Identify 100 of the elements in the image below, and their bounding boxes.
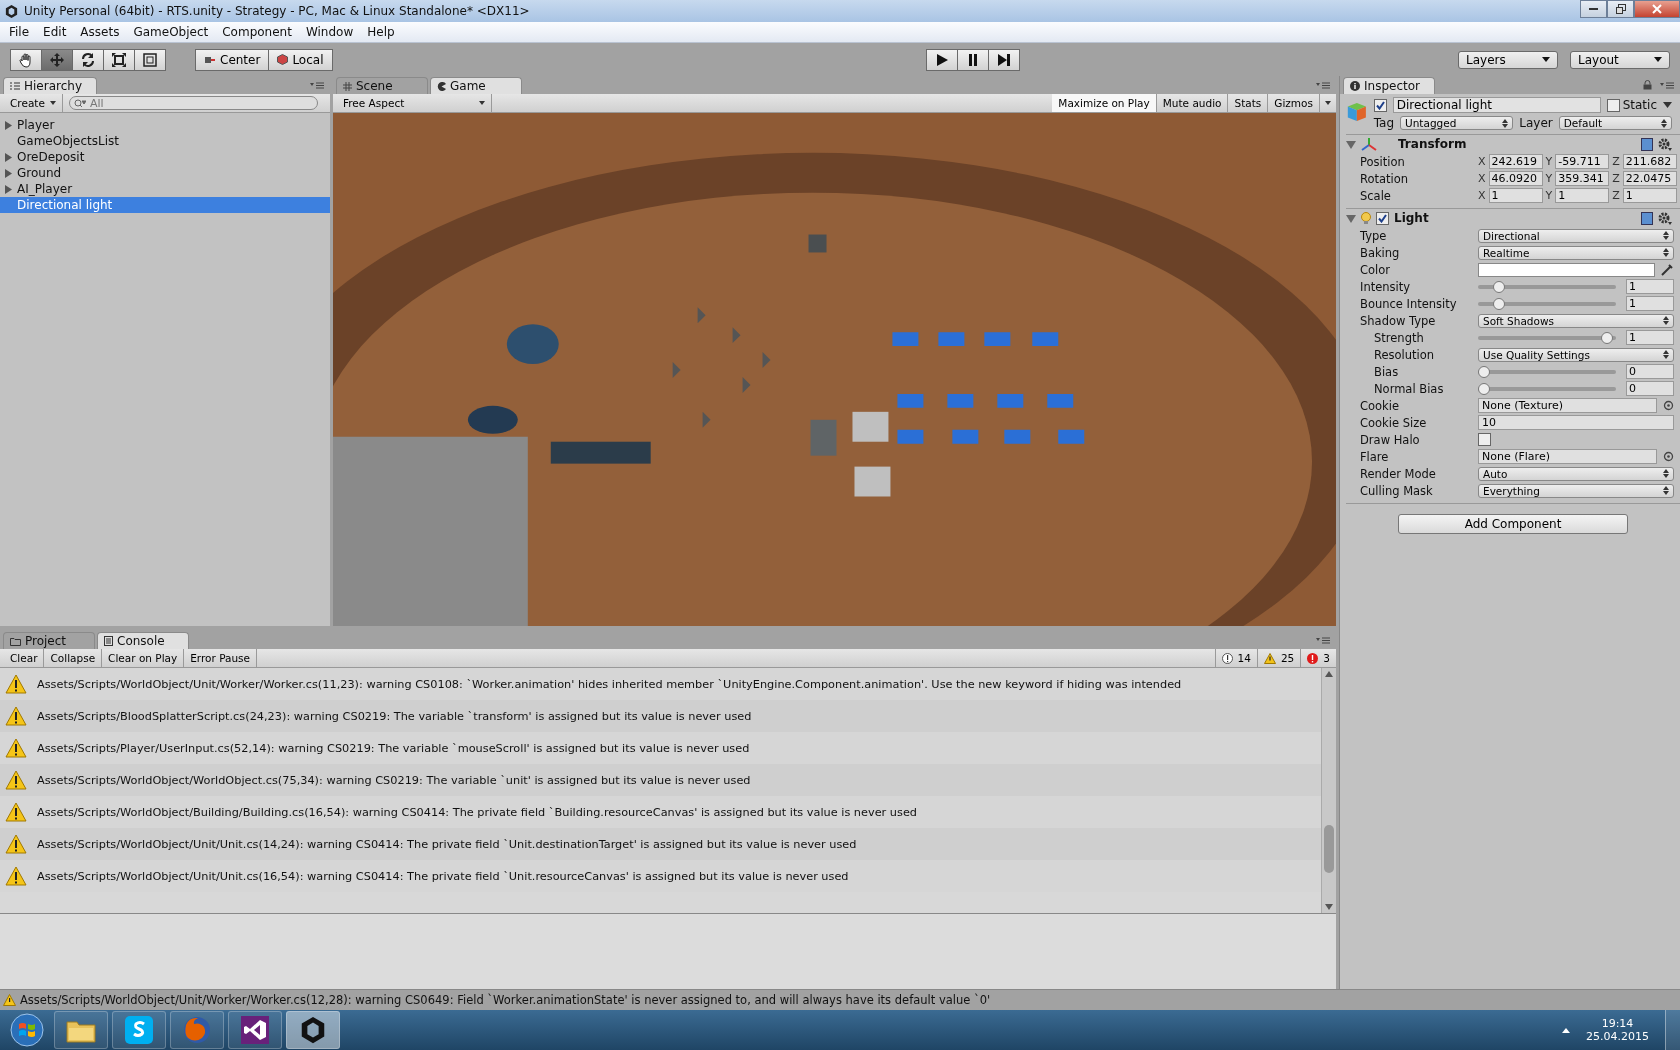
aspect-dropdown[interactable]: Free Aspect: [337, 94, 492, 112]
tool-button[interactable]: [134, 48, 166, 71]
name-field[interactable]: Directional light: [1392, 97, 1601, 113]
menu-item[interactable]: Window: [298, 25, 361, 39]
playback-button[interactable]: [925, 48, 958, 71]
number-field[interactable]: 1: [1626, 279, 1674, 294]
close-button[interactable]: [1634, 0, 1680, 18]
menu-item[interactable]: Assets: [73, 25, 127, 39]
panel-tab[interactable]: Hierarchy: [3, 77, 97, 94]
dropdown[interactable]: Auto: [1478, 466, 1674, 481]
tool-button[interactable]: [10, 48, 42, 71]
show-desktop-button[interactable]: [1665, 1010, 1680, 1050]
count-toggle[interactable]: 14: [1214, 649, 1257, 667]
menu-item[interactable]: File: [2, 25, 37, 39]
menu-item[interactable]: Component: [215, 25, 299, 39]
count-toggle[interactable]: 25: [1256, 649, 1301, 667]
number-field[interactable]: 359.341: [1555, 171, 1610, 186]
create-button[interactable]: Create: [4, 94, 63, 112]
toggle-button[interactable]: Stats: [1228, 94, 1269, 112]
number-field[interactable]: 0: [1626, 364, 1674, 379]
tool-button[interactable]: [41, 48, 73, 71]
panel-menu-icon[interactable]: [1316, 636, 1330, 644]
enabled-checkbox[interactable]: [1376, 211, 1389, 225]
console-button[interactable]: Clear: [4, 649, 45, 667]
tool-button[interactable]: [72, 48, 104, 71]
caret-icon[interactable]: [1663, 102, 1672, 108]
hierarchy-item[interactable]: Directional light: [0, 197, 330, 213]
add-component-button[interactable]: Add Component: [1398, 514, 1628, 534]
taskbar-app[interactable]: [112, 1011, 166, 1049]
number-field[interactable]: -59.711: [1555, 154, 1610, 169]
playback-button[interactable]: [956, 48, 989, 71]
number-field[interactable]: 211.682: [1622, 154, 1677, 169]
console-message[interactable]: Assets/Scripts/WorldObject/WorldObject.cs(75,34): warning CS0219: The variable `unit' is assigned but its value is never used: [0, 764, 1321, 796]
panel-menu-icon[interactable]: [1316, 81, 1330, 89]
scrollbar[interactable]: [1321, 668, 1336, 913]
gear-icon[interactable]: [1658, 137, 1672, 151]
layer-dropdown[interactable]: Default: [1558, 116, 1672, 130]
target-icon[interactable]: [1663, 400, 1674, 411]
hierarchy-item[interactable]: GameObjectsList: [0, 133, 330, 149]
search-field[interactable]: All: [68, 96, 318, 110]
playback-button[interactable]: [987, 48, 1020, 71]
dropdown-button[interactable]: Layout: [1570, 50, 1670, 69]
scroll-thumb[interactable]: [1324, 825, 1334, 873]
console-button[interactable]: Clear on Play: [102, 649, 185, 667]
panel-tab[interactable]: Game: [430, 77, 522, 94]
static-checkbox[interactable]: Static: [1606, 98, 1657, 112]
taskbar-app[interactable]: [54, 1011, 108, 1049]
console-button[interactable]: Error Pause: [184, 649, 258, 667]
number-field[interactable]: 1: [1626, 296, 1674, 311]
menu-item[interactable]: GameObject: [126, 25, 216, 39]
slider-thumb[interactable]: [1493, 297, 1506, 310]
number-field[interactable]: 46.0920: [1488, 171, 1543, 186]
pivot-button[interactable]: Center: [195, 48, 270, 71]
gear-icon[interactable]: [1658, 211, 1672, 225]
panel-menu-icon[interactable]: [310, 81, 324, 89]
slider-thumb[interactable]: [1478, 382, 1490, 395]
object-field[interactable]: None (Flare): [1478, 449, 1657, 464]
object-field[interactable]: None (Texture): [1478, 398, 1657, 413]
foldout-arrow-icon[interactable]: [1346, 213, 1356, 223]
dropdown[interactable]: Soft Shadows: [1478, 313, 1674, 328]
dropdown[interactable]: Realtime: [1478, 245, 1674, 260]
number-field[interactable]: 1: [1555, 188, 1610, 203]
checkbox[interactable]: [1478, 433, 1491, 446]
slider-thumb[interactable]: [1493, 280, 1506, 293]
tag-dropdown[interactable]: Untagged: [1400, 116, 1514, 130]
target-icon[interactable]: [1663, 451, 1674, 462]
panel-tab[interactable]: Console: [97, 632, 189, 649]
panel-tab[interactable]: Scene: [336, 77, 428, 94]
hierarchy-item[interactable]: AI_Player: [0, 181, 330, 197]
panel-tab[interactable]: Inspector: [1343, 77, 1435, 94]
dropdown[interactable]: Directional: [1478, 228, 1674, 243]
color-swatch[interactable]: [1478, 262, 1655, 277]
taskbar-app[interactable]: [228, 1011, 282, 1049]
count-toggle[interactable]: 3: [1300, 649, 1336, 667]
dropdown[interactable]: Use Quality Settings: [1478, 347, 1674, 362]
dropdown[interactable]: Everything: [1478, 483, 1674, 498]
hierarchy-item[interactable]: Ground: [0, 165, 330, 181]
panel-menu-icon[interactable]: [1660, 81, 1674, 89]
number-field[interactable]: 242.619: [1488, 154, 1543, 169]
dropdown-button[interactable]: Layers: [1458, 50, 1558, 69]
number-field[interactable]: 0: [1626, 381, 1674, 396]
number-field[interactable]: 22.0475: [1622, 171, 1677, 186]
panel-tab[interactable]: Project: [3, 632, 95, 649]
number-field[interactable]: 1: [1488, 188, 1543, 203]
toggle-button[interactable]: Maximize on Play: [1052, 94, 1157, 112]
pivot-button[interactable]: Local: [268, 48, 333, 71]
maximize-button[interactable]: [1607, 0, 1634, 18]
hierarchy-item[interactable]: OreDeposit: [0, 149, 330, 165]
help-book-icon[interactable]: [1641, 211, 1653, 225]
tool-button[interactable]: [103, 48, 135, 71]
toggle-button[interactable]: Gizmos: [1268, 94, 1320, 112]
lock-icon[interactable]: [1643, 80, 1652, 90]
eyedropper-icon[interactable]: [1661, 263, 1674, 276]
menu-item[interactable]: Edit: [36, 25, 74, 39]
taskbar-app[interactable]: [286, 1011, 340, 1049]
number-field[interactable]: 1: [1626, 330, 1674, 345]
number-field[interactable]: 10: [1478, 415, 1674, 430]
number-field[interactable]: 1: [1622, 188, 1677, 203]
slider-thumb[interactable]: [1601, 331, 1614, 344]
tray-arrow-icon[interactable]: [1562, 1027, 1570, 1033]
